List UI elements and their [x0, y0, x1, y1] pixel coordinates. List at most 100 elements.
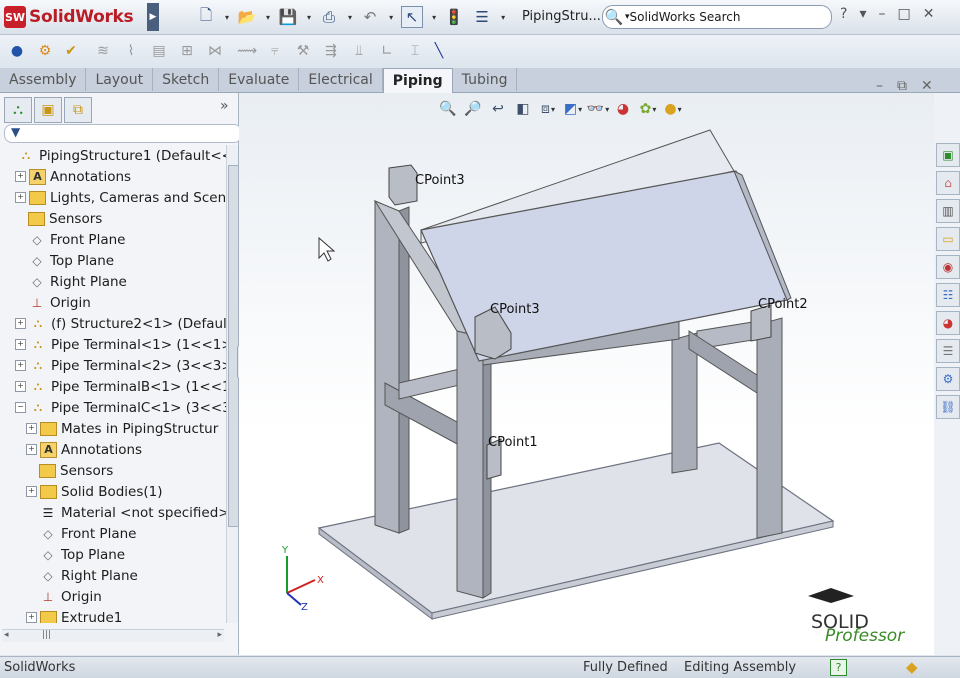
expand-icon[interactable]: +: [15, 339, 26, 350]
expand-icon[interactable]: +: [26, 423, 37, 434]
zoom-to-fit-icon[interactable]: 🔍: [437, 99, 459, 119]
tree-item[interactable]: Sensors: [2, 208, 226, 229]
property-manager-tab-icon[interactable]: ▣: [34, 97, 62, 123]
view-settings-icon[interactable]: ● ▾: [662, 99, 684, 119]
options-icon[interactable]: ☰: [472, 7, 492, 27]
save-icon[interactable]: 💾: [278, 7, 298, 27]
cpoint-label[interactable]: CPoint3: [490, 302, 540, 317]
tree-item[interactable]: + ⛬ (f) Structure2<1> (Default<: [2, 313, 226, 334]
help-icon[interactable]: ?: [830, 659, 847, 676]
hide-show-icon[interactable]: 👓 ▾: [587, 99, 609, 119]
maximize-icon[interactable]: □: [897, 6, 910, 22]
tree-item[interactable]: ◇ Front Plane: [2, 229, 226, 250]
doc-minimize-icon[interactable]: –: [876, 78, 883, 94]
scroll-left-icon[interactable]: ◂: [4, 630, 9, 640]
pipe-terminal[interactable]: [388, 164, 418, 206]
search-box[interactable]: 🔍 ▾ SolidWorks Search: [602, 5, 832, 29]
tree-item[interactable]: ⊥ Origin: [2, 586, 226, 607]
tree-item[interactable]: + A Annotations: [2, 439, 226, 460]
tree-item[interactable]: Sensors: [2, 460, 226, 481]
frame-leg[interactable]: [374, 200, 400, 534]
tree-item[interactable]: ◇ Top Plane: [2, 544, 226, 565]
zoom-area-icon[interactable]: 🔎: [462, 99, 484, 119]
file-explorer-icon[interactable]: ▭: [936, 227, 960, 251]
select-arrow-icon[interactable]: ↖: [401, 6, 424, 28]
tab-electrical[interactable]: Electrical: [299, 68, 383, 91]
expand-icon[interactable]: +: [26, 612, 37, 623]
expand-icon[interactable]: +: [15, 360, 26, 371]
scroll-right-icon[interactable]: ▸: [217, 630, 222, 640]
tab-piping[interactable]: Piping: [382, 68, 453, 93]
appearances-icon[interactable]: ◕: [936, 311, 960, 335]
tab-tubing[interactable]: Tubing: [453, 68, 518, 91]
tree-item[interactable]: ☰ Material <not specified>: [2, 502, 226, 523]
resources-icon[interactable]: ▣: [936, 143, 960, 167]
dropdown-arrow-icon[interactable]: ▾: [501, 13, 505, 22]
tab-layout[interactable]: Layout: [86, 68, 154, 91]
dropdown-arrow-icon[interactable]: ▾: [389, 13, 393, 22]
valve-icon[interactable]: ⋈: [204, 40, 226, 62]
tree-vertical-scrollbar[interactable]: [226, 145, 239, 623]
dropdown-arrow-icon[interactable]: ▾: [307, 13, 311, 22]
route-icon[interactable]: ≋: [92, 40, 114, 62]
close-icon[interactable]: ✕: [923, 6, 935, 22]
home-icon[interactable]: ⌂: [936, 171, 960, 195]
expand-icon[interactable]: +: [15, 381, 26, 392]
scroll-grip-icon[interactable]: |||: [42, 630, 51, 640]
tree-item[interactable]: ◇ Right Plane: [2, 271, 226, 292]
tree-item[interactable]: + Mates in PipingStructur: [2, 418, 226, 439]
print-icon[interactable]: ⎙: [319, 7, 339, 27]
sketch-icon[interactable]: ✔: [60, 40, 82, 62]
menu-expand-arrow-icon[interactable]: ▶: [147, 3, 159, 31]
help-icon[interactable]: ?: [840, 6, 847, 22]
search-input[interactable]: SolidWorks Search: [630, 10, 741, 24]
new-doc-icon[interactable]: 🗋: [196, 6, 216, 27]
tree-item[interactable]: ◇ Right Plane: [2, 565, 226, 586]
panel-expand-icon[interactable]: »: [220, 98, 229, 114]
dropdown-arrow-icon[interactable]: ▾: [432, 13, 436, 22]
expand-icon[interactable]: +: [26, 444, 37, 455]
open-folder-icon[interactable]: 📂: [237, 7, 257, 27]
tree-item[interactable]: − ⛬ Pipe TerminalC<1> (3<<3>: [2, 397, 226, 418]
tree-item[interactable]: + ⛬ Pipe Terminal<2> (3<<3>_I: [2, 355, 226, 376]
section-view-icon[interactable]: ◧: [512, 99, 534, 119]
doc-restore-icon[interactable]: ⧉: [897, 78, 907, 94]
flange-icon[interactable]: ⊞: [176, 40, 198, 62]
cpoint-label[interactable]: CPoint3: [415, 173, 465, 188]
tree-item[interactable]: ◇ Top Plane: [2, 250, 226, 271]
display-style-icon[interactable]: ◩ ▾: [562, 99, 584, 119]
cpoint-label[interactable]: CPoint2: [758, 297, 808, 312]
tab-sketch[interactable]: Sketch: [153, 68, 220, 91]
solidworks-logo[interactable]: SW SolidWorks: [4, 5, 134, 29]
info-icon[interactable]: ●: [6, 40, 28, 62]
tree-item[interactable]: + A Annotations: [2, 166, 226, 187]
expand-icon[interactable]: +: [15, 171, 26, 182]
routing-library-icon[interactable]: ⚙: [936, 367, 960, 391]
filter-icon[interactable]: ▼: [11, 125, 20, 139]
tree-item[interactable]: ⛬ PipingStructure1 (Default<<De: [2, 145, 226, 166]
scene-icon[interactable]: ✿ ▾: [637, 99, 659, 119]
smart-component-icon[interactable]: ⚙: [34, 40, 56, 62]
search-icon[interactable]: ◉: [936, 255, 960, 279]
expand-icon[interactable]: +: [15, 318, 26, 329]
tree-item[interactable]: + ⛬ Pipe TerminalB<1> (1<<1>: [2, 376, 226, 397]
expand-icon[interactable]: +: [15, 192, 26, 203]
tree-item[interactable]: ◇ Front Plane: [2, 523, 226, 544]
view-orientation-icon[interactable]: ⧈ ▾: [537, 99, 559, 119]
previous-view-icon[interactable]: ↩: [487, 99, 509, 119]
tab-assembly[interactable]: Assembly: [0, 68, 87, 91]
appearance-icon[interactable]: ◕: [612, 99, 634, 119]
view-palette-icon[interactable]: ☷: [936, 283, 960, 307]
frame-leg[interactable]: [456, 330, 484, 599]
pipe-icon[interactable]: ⌇: [120, 40, 142, 62]
feature-tree-tab-icon[interactable]: ⛬: [4, 97, 32, 123]
custom-properties-icon[interactable]: ☰: [936, 339, 960, 363]
routing-library2-icon[interactable]: ⛓: [936, 395, 960, 419]
insert-icon[interactable]: ⌶: [404, 40, 426, 62]
dropdown-arrow-icon[interactable]: ▾: [348, 13, 352, 22]
tree-item[interactable]: + ⛬ Pipe Terminal<1> (1<<1>_I: [2, 334, 226, 355]
split-icon[interactable]: ⟿: [236, 40, 258, 62]
tag-icon[interactable]: ◆: [906, 658, 918, 676]
clamp-icon[interactable]: ⚒: [292, 40, 314, 62]
minimize-icon[interactable]: –: [878, 6, 885, 22]
